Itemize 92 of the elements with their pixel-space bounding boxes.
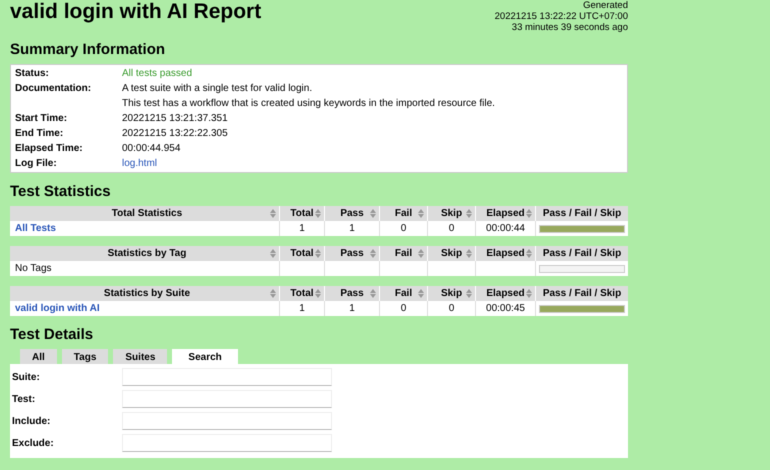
section-heading: Test Statistics bbox=[10, 183, 112, 200]
sort-icon[interactable] bbox=[370, 209, 376, 218]
column-title: Pass bbox=[340, 248, 364, 259]
tab[interactable]: Suites bbox=[113, 349, 168, 364]
column-header[interactable]: Elapsed bbox=[476, 286, 536, 301]
column-header[interactable]: Elapsed bbox=[476, 206, 536, 221]
column-header[interactable]: Pass / Fail / Skip bbox=[536, 286, 628, 301]
field-label: Include: bbox=[12, 416, 52, 426]
sort-icon[interactable] bbox=[370, 249, 376, 258]
column-title: Total Statistics bbox=[112, 208, 182, 219]
input-field[interactable] bbox=[122, 434, 332, 452]
column-header[interactable]: Total bbox=[280, 246, 325, 261]
column-header[interactable]: Statistics by Tag bbox=[10, 246, 280, 261]
sort-icon[interactable] bbox=[270, 289, 276, 298]
generated-info: 20221215 13:22:22 UTC+07:00 bbox=[494, 11, 628, 22]
sort-icon[interactable] bbox=[526, 289, 532, 298]
column-title: Pass bbox=[340, 208, 364, 219]
column-header[interactable]: Skip bbox=[428, 246, 476, 261]
column-header[interactable]: Pass bbox=[325, 206, 380, 221]
field-label: Log File: bbox=[15, 157, 58, 171]
sort-icon[interactable] bbox=[418, 209, 424, 218]
column-header[interactable]: Skip bbox=[428, 206, 476, 221]
field-label: Test: bbox=[12, 394, 36, 404]
sort-icon[interactable] bbox=[270, 249, 276, 258]
column-header[interactable]: Pass bbox=[325, 246, 380, 261]
column-title: Fail bbox=[394, 288, 412, 299]
field-label: Elapsed Time: bbox=[15, 142, 84, 156]
column-title: Pass / Fail / Skip bbox=[542, 248, 622, 259]
column-header[interactable]: Total bbox=[280, 206, 325, 221]
column-title: Statistics by Suite bbox=[104, 288, 190, 299]
field-label: Documentation: bbox=[15, 82, 92, 96]
column-title: Elapsed bbox=[486, 288, 525, 299]
column-title: Statistics by Tag bbox=[108, 248, 186, 259]
column-title: Fail bbox=[394, 248, 412, 259]
report-title: valid login with AI Report bbox=[10, 0, 262, 24]
sort-icon[interactable] bbox=[315, 249, 321, 258]
column-title: Fail bbox=[394, 208, 412, 219]
log-file-link[interactable]: log.html bbox=[122, 156, 623, 171]
column-title: Skip bbox=[440, 248, 462, 259]
field-value: 00:00:44.954 bbox=[122, 142, 182, 156]
sort-icon[interactable] bbox=[526, 209, 532, 218]
section-heading: Summary Information bbox=[10, 41, 166, 58]
status-text: All tests passed bbox=[122, 67, 194, 81]
generated-info: Generated bbox=[582, 0, 628, 11]
tab[interactable]: Tags bbox=[62, 349, 108, 364]
field-label: Exclude: bbox=[12, 438, 55, 448]
column-header[interactable]: Fail bbox=[380, 286, 428, 301]
sort-icon[interactable] bbox=[315, 209, 321, 218]
column-title: Total bbox=[290, 248, 314, 259]
column-header[interactable]: Pass / Fail / Skip bbox=[536, 206, 628, 221]
column-title: Pass / Fail / Skip bbox=[542, 288, 622, 299]
column-header[interactable]: Skip bbox=[428, 286, 476, 301]
field-label: End Time: bbox=[15, 127, 64, 141]
field-label: Start Time: bbox=[15, 112, 68, 126]
column-title: Elapsed bbox=[486, 248, 525, 259]
column-header[interactable]: Fail bbox=[380, 206, 428, 221]
generated-info: 33 minutes 39 seconds ago bbox=[510, 22, 628, 33]
field-value: 20221215 13:22:22.305 bbox=[122, 127, 229, 141]
sort-icon[interactable] bbox=[466, 289, 472, 298]
column-header[interactable]: Elapsed bbox=[476, 246, 536, 261]
tab[interactable]: Search bbox=[172, 349, 238, 364]
column-title: Total bbox=[290, 288, 314, 299]
column-title: Skip bbox=[440, 288, 462, 299]
sort-icon[interactable] bbox=[270, 209, 276, 218]
field-value: This test has a workflow that is created using keywords in the imported resource file. bbox=[122, 97, 496, 111]
sort-icon[interactable] bbox=[466, 209, 472, 218]
input-field[interactable] bbox=[122, 368, 332, 386]
sort-icon[interactable] bbox=[418, 249, 424, 258]
input-field[interactable] bbox=[122, 390, 332, 408]
column-header[interactable]: Fail bbox=[380, 246, 428, 261]
column-title: Pass bbox=[340, 288, 364, 299]
column-header[interactable]: Pass bbox=[325, 286, 380, 301]
column-title: Elapsed bbox=[486, 208, 525, 219]
column-title: Skip bbox=[440, 208, 462, 219]
field-value: 20221215 13:21:37.351 bbox=[122, 112, 229, 126]
column-header[interactable]: Total bbox=[280, 286, 325, 301]
column-title: Pass / Fail / Skip bbox=[542, 208, 622, 219]
column-title: Total bbox=[290, 208, 314, 219]
sort-icon[interactable] bbox=[315, 289, 321, 298]
sort-icon[interactable] bbox=[466, 249, 472, 258]
tab[interactable]: All bbox=[20, 349, 57, 364]
column-header[interactable]: Statistics by Suite bbox=[10, 286, 280, 301]
sort-icon[interactable] bbox=[526, 249, 532, 258]
field-label: Status: bbox=[15, 67, 50, 81]
column-header[interactable]: Total Statistics bbox=[10, 206, 280, 221]
column-header[interactable]: Pass / Fail / Skip bbox=[536, 246, 628, 261]
field-label: Suite: bbox=[12, 372, 41, 382]
input-field[interactable] bbox=[122, 412, 332, 430]
section-heading: Test Details bbox=[10, 326, 94, 343]
field-value: A test suite with a single test for valid login. bbox=[122, 82, 314, 96]
sort-icon[interactable] bbox=[370, 289, 376, 298]
sort-icon[interactable] bbox=[418, 289, 424, 298]
